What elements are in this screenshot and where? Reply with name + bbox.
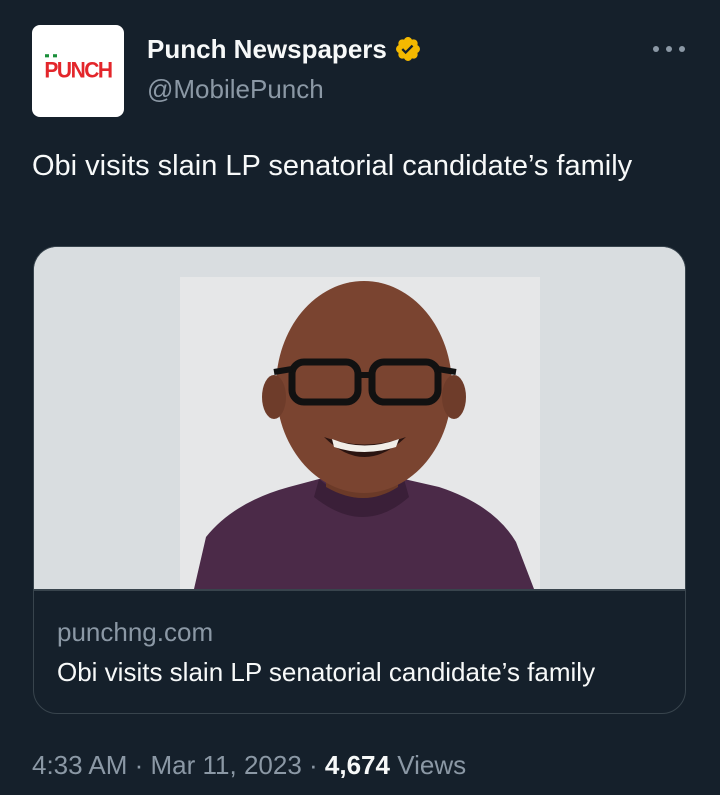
more-dot xyxy=(679,46,685,52)
verified-badge-icon[interactable] xyxy=(394,35,422,63)
card-title[interactable]: Obi visits slain LP senatorial candidate… xyxy=(57,657,595,687)
tweet-time[interactable]: 4:33 AM xyxy=(32,750,127,780)
card-image[interactable] xyxy=(34,247,685,589)
article-photo xyxy=(34,247,685,589)
more-horizontal-icon[interactable] xyxy=(650,36,688,62)
logo-flag-accent xyxy=(45,54,58,58)
more-dot xyxy=(653,46,659,52)
display-name[interactable]: Punch Newspapers xyxy=(147,33,387,65)
tweet: PUNCH Punch Newspapers @MobilePunch Obi … xyxy=(0,0,720,795)
card-divider xyxy=(34,589,685,591)
avatar[interactable]: PUNCH xyxy=(32,25,124,117)
punch-logo: PUNCH xyxy=(44,54,113,83)
more-dot xyxy=(666,46,672,52)
meta-separator: · xyxy=(301,750,325,780)
display-name-row: Punch Newspapers xyxy=(147,33,422,65)
punch-logo-text: PUNCH xyxy=(44,58,113,83)
link-card[interactable]: punchng.com Obi visits slain LP senatori… xyxy=(33,246,686,714)
views-count[interactable]: 4,674 xyxy=(325,750,390,780)
tweet-text: Obi visits slain LP senatorial candidate… xyxy=(32,150,633,182)
views-label: Views xyxy=(389,750,467,780)
meta-separator: · xyxy=(127,750,151,780)
tweet-meta: 4:33 AM · Mar 11, 2023 · 4,674 Views xyxy=(32,749,466,781)
account-handle[interactable]: @MobilePunch xyxy=(147,73,324,105)
card-domain: punchng.com xyxy=(57,617,214,647)
tweet-date[interactable]: Mar 11, 2023 xyxy=(151,750,302,780)
